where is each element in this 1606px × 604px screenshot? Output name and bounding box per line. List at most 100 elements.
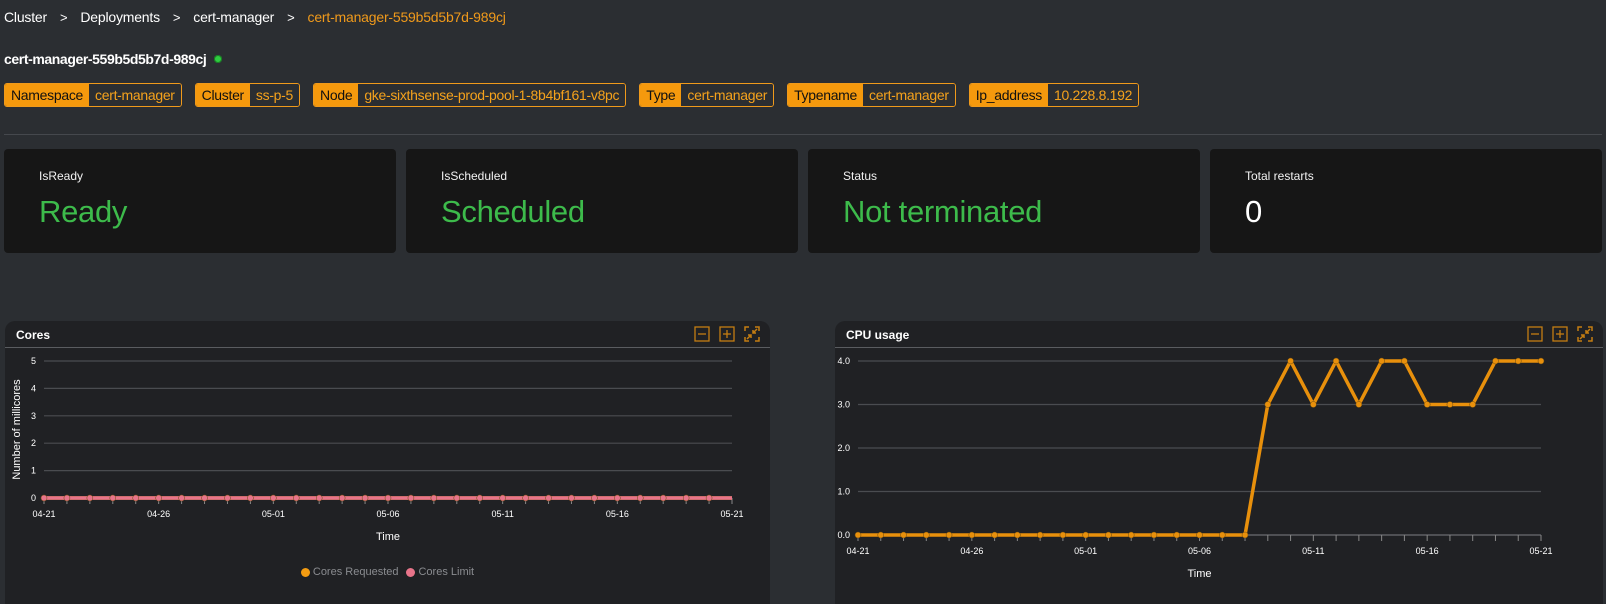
tag-value: cert-manager <box>89 84 181 106</box>
data-point <box>659 494 667 502</box>
y-tick-label: 0 <box>31 493 36 503</box>
x-tick-label: 05-11 <box>1302 546 1324 556</box>
data-point <box>1241 531 1249 539</box>
tag-key: Cluster <box>195 84 250 106</box>
legend-item-cores-requested[interactable]: Cores Requested <box>300 566 399 578</box>
data-point <box>270 494 277 502</box>
page-title: cert-manager-559b5d5b7d-989cj <box>4 51 223 67</box>
card-value: Not terminated <box>843 194 1043 229</box>
card-total-restarts: Total restarts 0 <box>1210 149 1602 253</box>
x-tick-label: 05-16 <box>606 509 629 519</box>
tag-type: Type cert-manager <box>639 83 775 107</box>
y-tick-label: 2.0 <box>837 443 850 453</box>
data-point <box>361 494 369 502</box>
legend-label: Cores Limit <box>418 566 475 578</box>
x-tick-label: 05-01 <box>262 509 285 519</box>
data-point <box>86 494 94 502</box>
data-point <box>1219 531 1226 539</box>
data-point <box>877 531 885 539</box>
y-tick-label: 4 <box>31 383 36 393</box>
legend-dot-icon <box>406 567 416 577</box>
data-point <box>178 494 185 502</box>
y-axis-label: Number of millicores <box>11 379 23 480</box>
data-point <box>991 531 998 539</box>
tag-key: Namespace <box>5 84 90 106</box>
data-point <box>1469 401 1476 408</box>
tag-ip-address: Ip_address 10.228.8.192 <box>968 83 1140 107</box>
data-point <box>1423 401 1431 408</box>
card-value: Ready <box>39 194 128 229</box>
cores-chart: 0 1 2 3 4 5 04-21 04-26 05-01 05-06 05-11 05-16 05-2… <box>11 356 744 543</box>
zoom-out-icon[interactable] <box>694 326 710 342</box>
x-tick-label: 05-11 <box>491 509 513 519</box>
breadcrumb-cert-manager[interactable]: cert-manager <box>193 9 274 25</box>
breadcrumb-separator: > <box>59 9 68 25</box>
data-point <box>132 494 139 502</box>
zoom-out-icon[interactable] <box>1527 326 1543 342</box>
pod-name: cert-manager-559b5d5b7d-989cj <box>4 51 207 67</box>
data-point <box>900 531 907 539</box>
cores-chart-panel: Cores 0 1 2 3 4 5 04-21 04-26 05-01 05-06 05-11 05-… <box>5 321 770 604</box>
data-point <box>545 494 552 502</box>
data-point <box>1264 401 1272 408</box>
breadcrumb-current: cert-manager-559b5d5b7d-989cj <box>307 9 506 25</box>
collapse-icon[interactable] <box>1577 326 1593 342</box>
data-point <box>1332 357 1340 365</box>
x-tick-label: 05-06 <box>376 509 399 519</box>
data-point <box>315 494 323 502</box>
breadcrumb-cluster[interactable]: Cluster <box>4 9 47 25</box>
tag-typename: Typename cert-manager <box>787 83 956 107</box>
legend-dot-icon <box>300 567 310 577</box>
legend-label: Cores Requested <box>312 566 399 578</box>
data-point <box>1537 357 1545 365</box>
data-point <box>453 494 461 502</box>
card-is-scheduled: IsScheduled Scheduled <box>406 149 798 253</box>
status-dot-icon <box>214 55 223 63</box>
data-point <box>705 494 713 502</box>
data-point <box>1446 401 1454 408</box>
zoom-in-icon[interactable] <box>719 326 735 342</box>
zoom-in-icon[interactable] <box>1552 326 1568 342</box>
tag-key: Typename <box>788 84 864 106</box>
breadcrumb: Cluster > Deployments > cert-manager > c… <box>4 9 506 25</box>
card-is-ready: IsReady Ready <box>4 149 396 253</box>
collapse-icon[interactable] <box>744 326 760 342</box>
y-tick-label: 0.0 <box>837 530 850 540</box>
panel-title: CPU usage <box>846 328 910 342</box>
data-point <box>1492 357 1499 365</box>
tag-list: Namespace cert-manager Cluster ss-p-5 No… <box>4 83 1140 107</box>
tag-key: Type <box>640 84 682 106</box>
data-point <box>384 494 392 502</box>
legend-item-cores-limit[interactable]: Cores Limit <box>406 566 474 578</box>
data-point <box>1059 531 1067 539</box>
data-point <box>1173 531 1180 539</box>
section-divider <box>4 134 1602 135</box>
data-point <box>1014 531 1021 539</box>
data-point <box>1150 531 1158 539</box>
y-tick-label: 3.0 <box>837 400 850 410</box>
tag-namespace: Namespace cert-manager <box>4 83 182 107</box>
breadcrumb-separator: > <box>172 9 181 25</box>
x-axis-label: Time <box>1187 568 1211 580</box>
data-point <box>637 494 644 502</box>
card-label: Status <box>843 169 878 183</box>
data-point <box>854 531 862 539</box>
data-point <box>40 494 48 502</box>
data-point <box>1196 531 1203 539</box>
data-point <box>1127 531 1135 539</box>
data-point <box>407 494 415 502</box>
y-tick-label: 5 <box>31 356 36 366</box>
data-point <box>1514 357 1522 365</box>
tag-key: Node <box>314 84 359 106</box>
cpu-usage-chart-panel: CPU usage 0.0 1.0 2.0 3.0 4.0 04-21 04-26 05-01… <box>835 321 1603 604</box>
tag-value: cert-manager <box>863 84 955 106</box>
data-point <box>201 494 208 502</box>
data-point <box>568 494 575 502</box>
panel-title: Cores <box>16 328 51 342</box>
data-point <box>109 494 117 502</box>
y-tick-label: 3 <box>31 411 36 421</box>
breadcrumb-deployments[interactable]: Deployments <box>80 9 160 25</box>
tag-value: cert-manager <box>681 84 774 106</box>
card-status: Status Not terminated <box>808 149 1200 253</box>
data-point <box>1355 401 1363 408</box>
